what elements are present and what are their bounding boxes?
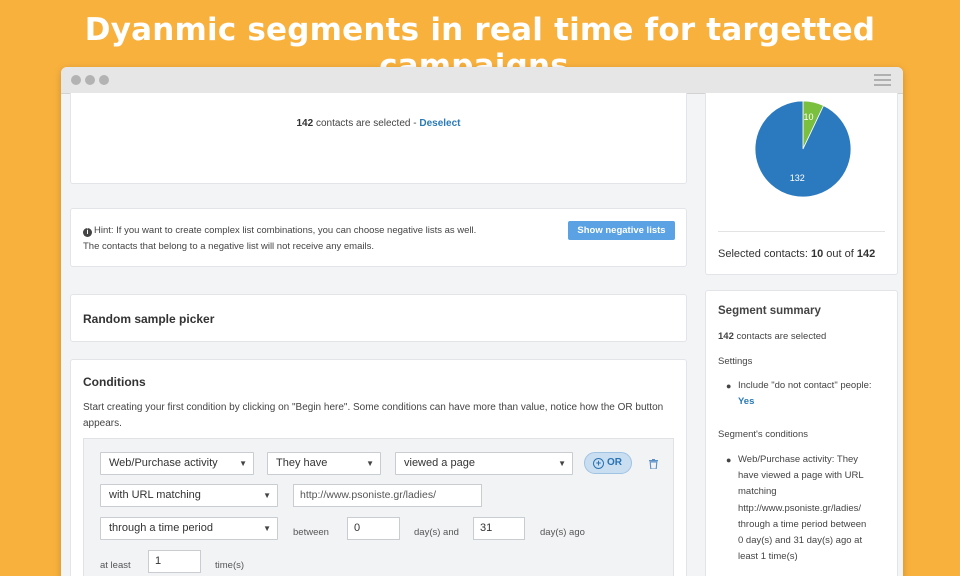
selected-contacts-count: 10	[811, 248, 823, 260]
action-select[interactable]: viewed a page ▼	[395, 452, 573, 475]
url-input[interactable]: http://www.psoniste.gr/ladies/	[293, 484, 482, 507]
or-label: OR	[607, 457, 622, 468]
days-ago-label: day(s) ago	[540, 527, 585, 538]
selected-contacts-middle: out of	[823, 248, 857, 260]
pie-label-other: 132	[790, 173, 805, 183]
condition-line: matching	[738, 484, 898, 500]
hint-line-1: Hint: If you want to create complex list…	[94, 225, 476, 236]
time-period-select[interactable]: through a time period ▼	[100, 517, 278, 540]
window-dot-icon[interactable]	[71, 75, 81, 85]
setting-value: Yes	[738, 394, 891, 410]
action-value: viewed a page	[404, 457, 475, 469]
caret-down-icon: ▼	[263, 485, 271, 506]
selection-panel: 142 contacts are selected - Deselect	[70, 93, 687, 184]
show-negative-lists-button[interactable]: Show negative lists	[568, 221, 675, 240]
segment-summary-title: Segment summary	[718, 305, 821, 317]
hamburger-menu-icon[interactable]	[874, 74, 891, 87]
summary-count-text: contacts are selected	[734, 331, 826, 342]
condition-line: http://www.psoniste.gr/ladies/	[738, 501, 898, 517]
caret-down-icon: ▼	[263, 518, 271, 539]
setting-item-text: Include "do not contact" people:	[738, 378, 891, 394]
segment-summary-panel: Segment summary 142 contacts are selecte…	[705, 290, 898, 576]
bullet-icon: ●	[726, 452, 731, 468]
at-least-label: at least	[100, 560, 131, 571]
condition-line: have viewed a page with URL	[738, 468, 898, 484]
conditions-title: Conditions	[83, 375, 146, 389]
pie-label-selected: 10	[804, 112, 814, 122]
subject-value: They have	[276, 457, 327, 469]
condition-summary-item: ● Web/Purchase activity: They have viewe…	[726, 452, 898, 565]
conditions-panel: Conditions Start creating your first con…	[70, 359, 687, 576]
chart-divider	[718, 231, 885, 232]
activity-select[interactable]: Web/Purchase activity ▼	[100, 452, 254, 475]
between-label: between	[293, 527, 329, 538]
caret-down-icon: ▼	[366, 453, 374, 474]
hint-text: iHint: If you want to create complex lis…	[83, 223, 476, 255]
subject-select[interactable]: They have ▼	[267, 452, 381, 475]
or-button[interactable]: +OR	[584, 452, 632, 474]
selection-text: contacts are selected -	[313, 118, 419, 129]
times-input[interactable]: 1	[148, 550, 201, 573]
conditions-description: Start creating your first condition by c…	[83, 400, 673, 432]
condition-builder: Web/Purchase activity ▼ They have ▼ viewed…	[83, 438, 674, 576]
settings-label: Settings	[718, 356, 752, 367]
setting-item: ● Include "do not contact" people: Yes	[726, 378, 891, 410]
url-match-select[interactable]: with URL matching ▼	[100, 484, 278, 507]
summary-count-line: 142 contacts are selected	[718, 331, 826, 342]
pie-chart-svg: 10 132	[754, 100, 852, 198]
random-sample-panel[interactable]: Random sample picker	[70, 294, 687, 342]
bullet-icon: ●	[726, 378, 731, 394]
condition-line: least 1 time(s)	[738, 549, 898, 565]
window-dot-icon[interactable]	[85, 75, 95, 85]
activity-value: Web/Purchase activity	[109, 457, 218, 469]
trash-icon[interactable]	[649, 459, 658, 469]
plus-circle-icon: +	[593, 458, 604, 469]
time-period-value: through a time period	[109, 522, 213, 534]
window-dot-icon[interactable]	[99, 75, 109, 85]
selection-summary: 142 contacts are selected - Deselect	[71, 118, 686, 129]
caret-down-icon: ▼	[558, 453, 566, 474]
condition-line: through a time period between	[738, 517, 898, 533]
selected-contacts-text: Selected contacts: 10 out of 142	[718, 248, 875, 260]
window-titlebar	[61, 67, 903, 94]
deselect-link[interactable]: Deselect	[419, 118, 460, 129]
url-match-value: with URL matching	[109, 489, 201, 501]
condition-line: Web/Purchase activity: They	[738, 452, 898, 468]
days-from-input[interactable]: 0	[347, 517, 400, 540]
selection-count: 142	[297, 118, 314, 129]
summary-count: 142	[718, 331, 734, 342]
hint-panel: iHint: If you want to create complex lis…	[70, 208, 687, 267]
random-sample-title: Random sample picker	[83, 312, 214, 326]
chart-panel: 10 132 Selected contacts: 10 out of 142	[705, 93, 898, 275]
days-to-input[interactable]: 31	[473, 517, 525, 540]
pie-chart: 10 132	[754, 100, 852, 198]
browser-window: 142 contacts are selected - Deselect iHi…	[61, 67, 903, 576]
info-icon: i	[83, 228, 92, 237]
condition-line: 0 day(s) and 31 day(s) ago at	[738, 533, 898, 549]
selected-contacts-prefix: Selected contacts:	[718, 248, 811, 260]
hint-line-2: The contacts that belong to a negative l…	[83, 239, 476, 255]
segment-conditions-label: Segment's conditions	[718, 429, 808, 440]
caret-down-icon: ▼	[239, 453, 247, 474]
selected-contacts-total: 142	[857, 248, 875, 260]
times-label: time(s)	[215, 560, 244, 571]
days-and-label: day(s) and	[414, 527, 459, 538]
